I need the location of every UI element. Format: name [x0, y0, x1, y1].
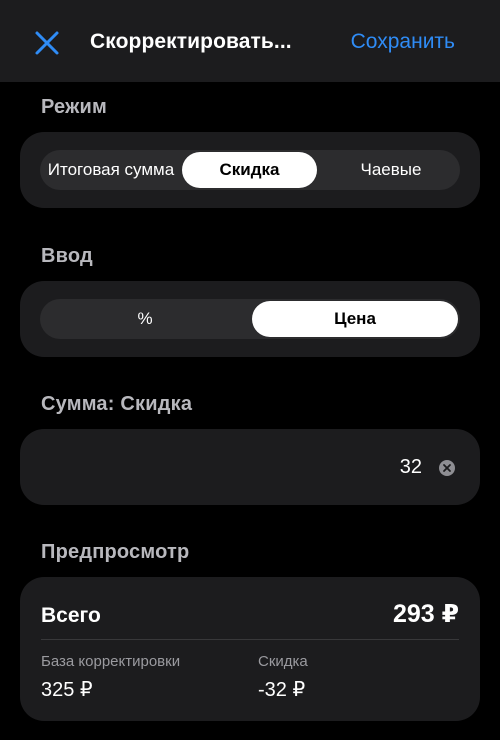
- mode-option-tips[interactable]: Чаевые: [322, 150, 460, 190]
- input-option-percent[interactable]: %: [40, 299, 250, 339]
- mode-option-total[interactable]: Итоговая сумма: [40, 150, 182, 190]
- amount-value[interactable]: 32: [400, 456, 422, 479]
- amount-section-label: Сумма: Скидка: [41, 393, 193, 415]
- clear-icon: [443, 464, 451, 472]
- mode-card: Итоговая сумма Скидка Чаевые: [20, 132, 480, 208]
- save-button[interactable]: Сохранить: [351, 30, 455, 54]
- input-card: % Цена: [20, 281, 480, 357]
- preview-card: Всего 293 ₽ База корректировки 325 ₽ Ски…: [20, 577, 480, 721]
- mode-segmented-control: Итоговая сумма Скидка Чаевые: [40, 150, 460, 190]
- input-section-label: Ввод: [41, 245, 93, 267]
- discount-value: -32 ₽: [258, 679, 306, 701]
- base-label: База корректировки: [41, 653, 181, 670]
- mode-option-discount[interactable]: Скидка: [182, 152, 317, 188]
- input-option-price[interactable]: Цена: [252, 301, 458, 337]
- page-title: Скорректировать...: [90, 30, 292, 53]
- amount-field[interactable]: 32: [20, 429, 480, 505]
- preview-total-label: Всего: [41, 604, 101, 627]
- input-segmented-control: % Цена: [40, 299, 460, 339]
- discount-label: Скидка: [258, 653, 308, 670]
- clear-button[interactable]: [439, 460, 455, 476]
- navigation-bar: Скорректировать... Сохранить: [0, 0, 500, 82]
- preview-total-value: 293 ₽: [392, 600, 459, 628]
- close-button[interactable]: [30, 26, 64, 60]
- close-icon: [35, 31, 59, 55]
- preview-section-label: Предпросмотр: [41, 541, 190, 563]
- base-value: 325 ₽: [41, 679, 93, 701]
- mode-section-label: Режим: [41, 96, 107, 118]
- divider: [41, 639, 459, 640]
